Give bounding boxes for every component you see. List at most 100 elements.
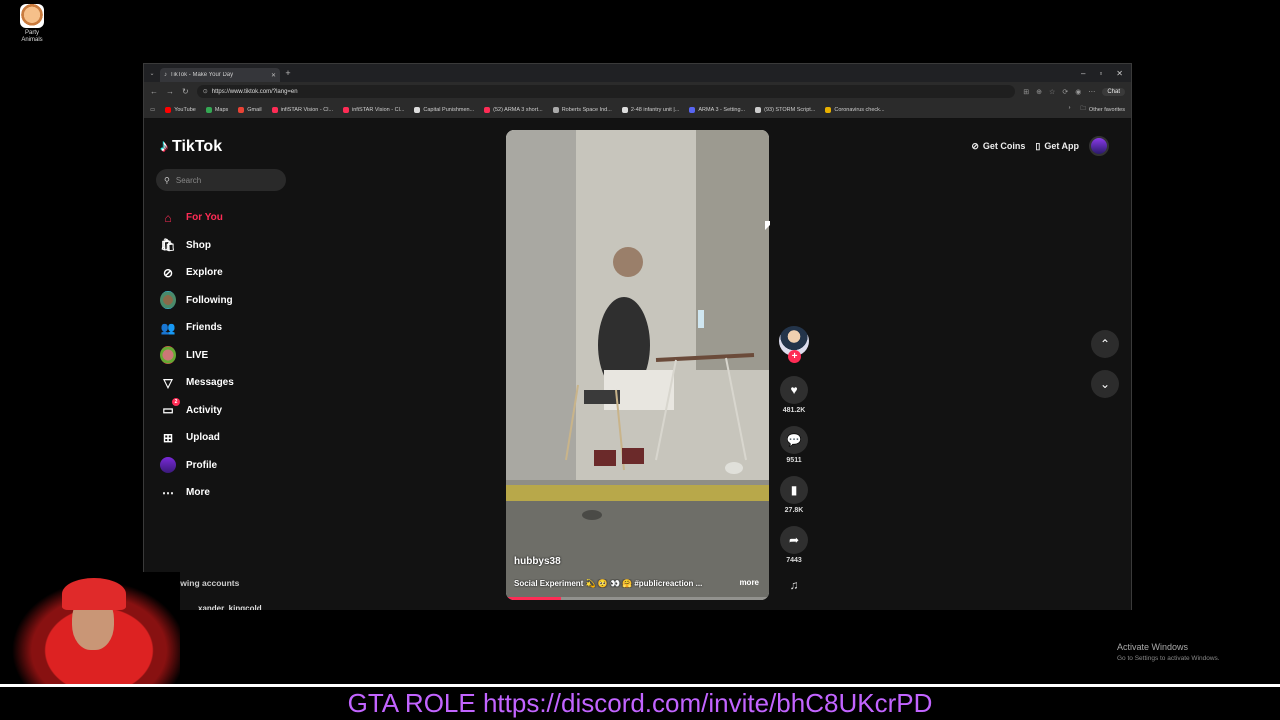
close-window-icon[interactable]: ✕ xyxy=(1116,69,1123,78)
bookmark-item[interactable]: Gmail xyxy=(238,106,262,113)
follow-plus-icon[interactable]: + xyxy=(788,350,801,363)
tiktok-page: ♪ TikTok ⚲ Search ⌂ For You 🛍 Shop ⊘ Explore F… xyxy=(144,120,1131,610)
compass-icon: ⊘ xyxy=(162,265,174,280)
like-count: 481.2K xyxy=(782,407,806,414)
desktop: Party Animals ⌄ ♪ TikTok - Make Your Day… xyxy=(0,0,1280,720)
new-tab-icon[interactable]: + xyxy=(280,68,296,78)
bookmark-favicon-icon xyxy=(414,106,421,113)
tiktok-note-icon: ♪ xyxy=(160,138,168,155)
bookmark-item[interactable]: (93) STORM Script... xyxy=(755,106,816,113)
bookmark-label: infiSTAR Vision - Cl... xyxy=(352,106,405,113)
get-coins-button[interactable]: ⊘ Get Coins xyxy=(971,141,1025,152)
upload-icon: ⊞ xyxy=(162,430,174,445)
creator-avatar[interactable]: + xyxy=(779,326,809,363)
video-progress-bar[interactable] xyxy=(506,597,769,600)
menu-dots-icon[interactable]: ⋯ xyxy=(1088,88,1095,96)
bookmark-label: infiSTAR Vision - Cl... xyxy=(280,106,334,113)
bookmark-item[interactable]: (52) ARMA 3 short... xyxy=(484,106,543,113)
copilot-chat-button[interactable]: Chat xyxy=(1102,87,1125,96)
discord-banner: GTA ROLE https://discord.com/invite/bhC8… xyxy=(0,684,1280,720)
bookmark-item[interactable]: Capital Punishmen... xyxy=(414,106,474,113)
sidebar-item-friends[interactable]: 👥 Friends xyxy=(160,314,300,342)
video-player[interactable]: hubbys38 Social Experiment 💫 🥺 👀 🤗 #publ… xyxy=(506,130,769,600)
bookmark-favicon-icon xyxy=(238,106,245,113)
bookmark-item[interactable]: 2-48 infantry unit |... xyxy=(621,106,679,113)
like-button[interactable]: ♥ xyxy=(780,376,808,404)
party-animals-icon xyxy=(20,4,44,28)
save-button[interactable]: ▮ xyxy=(780,476,808,504)
sidebar-item-more[interactable]: ⋯ More xyxy=(160,479,300,507)
sidebar-item-shop[interactable]: 🛍 Shop xyxy=(160,232,300,260)
minimize-icon[interactable]: – xyxy=(1081,69,1085,78)
get-app-button[interactable]: ▯ Get App xyxy=(1035,141,1079,152)
bookmark-label: ARMA 3 - Setting... xyxy=(698,106,746,113)
tab-actions-icon[interactable]: ⌄ xyxy=(144,70,160,77)
streamer-hat xyxy=(62,578,126,610)
refresh-icon[interactable]: ↻ xyxy=(182,87,189,96)
video-frame xyxy=(506,130,769,600)
sidebar-item-explore[interactable]: ⊘ Explore xyxy=(160,259,300,287)
lock-icon: ⊙ xyxy=(202,89,208,95)
tab-bar: ⌄ ♪ TikTok - Make Your Day ✕ + – ▫ ✕ xyxy=(144,64,1131,82)
previous-video-button[interactable]: ⌃ xyxy=(1091,330,1119,358)
desktop-shortcut-party-animals[interactable]: Party Animals xyxy=(14,4,50,44)
sidebar-item-following[interactable]: Following xyxy=(160,287,300,315)
user-avatar[interactable] xyxy=(1089,136,1109,156)
bookmark-item[interactable]: Maps xyxy=(205,106,228,113)
other-favorites-label: Other favorites xyxy=(1088,106,1125,113)
sync-icon[interactable]: ⟳ xyxy=(1062,88,1068,96)
maximize-icon[interactable]: ▫ xyxy=(1099,69,1102,78)
activity-badge: 2 xyxy=(172,398,180,407)
sidebar-item-live[interactable]: LIVE xyxy=(160,342,300,370)
activate-title: Activate Windows xyxy=(1117,642,1189,652)
bookmark-favicon-icon xyxy=(271,106,278,113)
favorite-star-icon[interactable]: ☆ xyxy=(1049,88,1055,96)
bookmark-label: (52) ARMA 3 short... xyxy=(493,106,543,113)
desktop-icon-label: Party Animals xyxy=(21,30,43,43)
sidebar-item-upload[interactable]: ⊞ Upload xyxy=(160,424,300,452)
sidebar-item-activity[interactable]: ▭ 2 Activity xyxy=(160,397,300,425)
tab-tiktok[interactable]: ♪ TikTok - Make Your Day ✕ xyxy=(160,68,280,82)
close-tab-icon[interactable]: ✕ xyxy=(271,72,276,79)
url-field[interactable]: ⊙ https://www.tiktok.com/?lang=en xyxy=(196,85,1016,98)
get-app-label: Get App xyxy=(1044,141,1079,151)
music-disc-icon[interactable]: ♫ xyxy=(778,578,810,592)
bookmark-item[interactable]: infiSTAR Vision - Cl... xyxy=(343,106,405,113)
friends-icon: 👥 xyxy=(160,320,176,335)
other-favorites[interactable]: 🗀 Other favorites xyxy=(1080,105,1125,114)
mouse-cursor-icon xyxy=(765,221,770,230)
next-video-button[interactable]: ⌄ xyxy=(1091,370,1119,398)
sidebar-item-messages[interactable]: ▽ Messages xyxy=(160,369,300,397)
bookmark-label: YouTube xyxy=(174,106,196,113)
zoom-icon[interactable]: ⊕ xyxy=(1036,88,1042,96)
bookmark-favicon-icon xyxy=(689,106,696,113)
back-icon[interactable]: ← xyxy=(150,87,158,96)
bookmark-list: YouTube Maps Gmail infiSTAR Vision - Cl... i… xyxy=(165,106,885,113)
sidebar-item-label: Upload xyxy=(186,432,220,444)
sidebar-item-profile[interactable]: Profile xyxy=(160,452,300,480)
bookmark-label: Gmail xyxy=(247,106,262,113)
sidebar-item-for-you[interactable]: ⌂ For You xyxy=(160,204,300,232)
bookmark-item[interactable]: infiSTAR Vision - Cl... xyxy=(271,106,334,113)
tiktok-logo[interactable]: ♪ TikTok xyxy=(160,138,222,156)
bookmarks-overflow-icon[interactable]: › xyxy=(1069,105,1071,114)
bookmark-label: (93) STORM Script... xyxy=(764,106,816,113)
bookmark-item[interactable]: YouTube xyxy=(165,106,196,113)
webcam-overlay xyxy=(0,572,180,684)
share-button[interactable]: ➦ xyxy=(780,526,808,554)
comment-button[interactable]: 💬 xyxy=(780,426,808,454)
caption-more-button[interactable]: more xyxy=(739,578,759,587)
live-avatar xyxy=(160,346,176,365)
following-account[interactable]: xander_kingcold xyxy=(198,604,262,610)
bookmark-item[interactable]: Roberts Space Ind... xyxy=(552,106,612,113)
sidebar-item-label: Messages xyxy=(186,377,234,389)
app-available-icon[interactable]: ⊞ xyxy=(1023,88,1029,96)
bookmark-item[interactable]: Coronavirus check... xyxy=(825,106,885,113)
video-actions: + ♥ 481.2K 💬 9511 ▮ 27.8K ➦ 7443 ♫ xyxy=(778,326,810,592)
extension-icon[interactable]: ◉ xyxy=(1075,88,1081,96)
video-author[interactable]: hubbys38 xyxy=(514,556,561,567)
apps-icon[interactable]: ▭ xyxy=(150,107,155,113)
search-input[interactable]: ⚲ Search xyxy=(156,169,286,191)
bookmark-item[interactable]: ARMA 3 - Setting... xyxy=(689,106,746,113)
forward-icon[interactable]: → xyxy=(166,87,174,96)
